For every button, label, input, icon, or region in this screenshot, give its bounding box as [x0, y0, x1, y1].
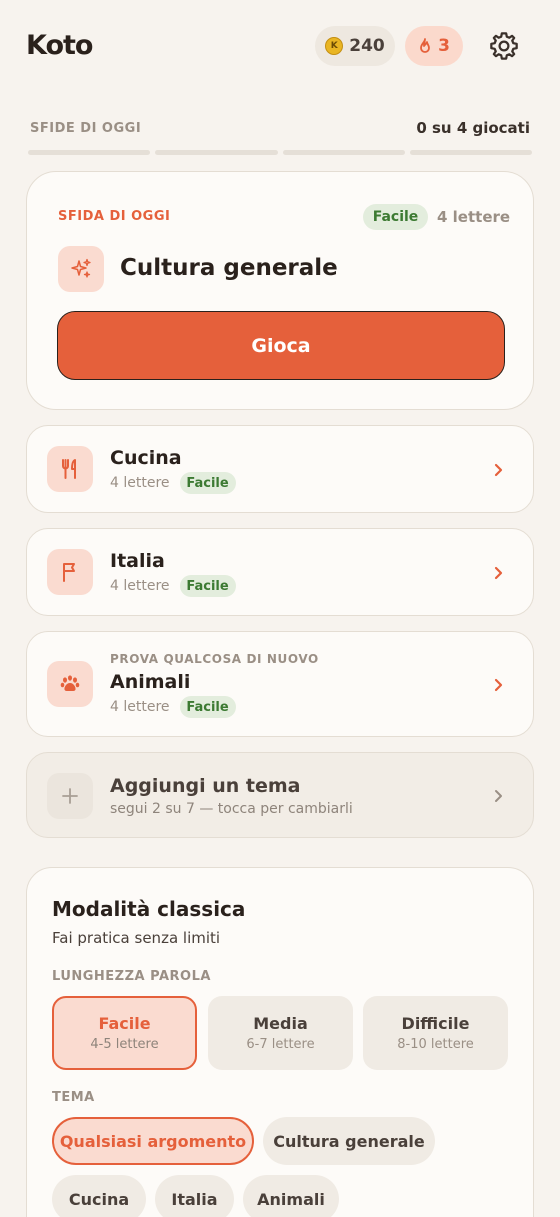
coins-count: 240	[349, 36, 385, 56]
chevron-right-icon	[494, 678, 503, 692]
daily-title: Cultura generale	[120, 255, 338, 281]
theme-chip-italia[interactable]: Italia	[155, 1175, 234, 1217]
theme-chip-cucina[interactable]: Cucina	[52, 1175, 146, 1217]
challenges-label: SFIDE DI OGGI	[30, 120, 142, 136]
daily-tag: SFIDA DI OGGI	[58, 209, 171, 224]
topic-meta: 4 lettere Facile	[110, 696, 236, 718]
challenges-count: 0 su 4 giocati	[416, 119, 530, 137]
flame-icon	[420, 38, 430, 53]
length-option-label: Facile	[98, 1014, 151, 1033]
challenges-progress	[28, 150, 532, 155]
add-topic-row[interactable]: Aggiungi un tema segui 2 su 7 — tocca pe…	[26, 752, 534, 838]
sparkle-icon	[58, 246, 104, 292]
coins-pill[interactable]: K 240	[315, 26, 395, 66]
word-length: 4 lettere	[437, 208, 511, 226]
topic-row-italia[interactable]: Italia 4 lettere Facile	[26, 528, 534, 616]
difficulty-badge: Facile	[179, 696, 236, 718]
coin-icon: K	[325, 37, 344, 55]
try-new-kicker: PROVA QUALCOSA DI NUOVO	[110, 652, 319, 666]
difficulty-badge: Facile	[179, 472, 236, 494]
progress-segment	[28, 150, 151, 155]
topic-name: Italia	[110, 550, 165, 572]
gear-icon[interactable]	[488, 30, 520, 62]
length-option-difficile[interactable]: Difficile 8-10 lettere	[363, 996, 508, 1070]
streak-count: 3	[438, 36, 450, 56]
daily-challenge-card: SFIDA DI OGGI Facile 4 lettere Cultura g…	[26, 171, 534, 410]
word-length-label: LUNGHEZZA PAROLA	[52, 969, 211, 984]
length-option-label: Media	[253, 1014, 308, 1033]
challenges-header: SFIDE DI OGGI 0 su 4 giocati	[30, 119, 530, 137]
header: Koto K 240 3	[0, 0, 560, 92]
chevron-right-icon	[494, 463, 503, 477]
theme-chip-animali[interactable]: Animali	[243, 1175, 339, 1217]
progress-segment	[155, 150, 278, 155]
length-option-label: Difficile	[401, 1014, 470, 1033]
word-length: 4 lettere	[110, 699, 170, 715]
classic-subtitle: Fai pratica senza limiti	[52, 929, 221, 947]
word-length: 4 lettere	[110, 475, 170, 491]
topic-meta: 4 lettere Facile	[110, 575, 236, 597]
difficulty-badge: Facile	[363, 204, 428, 230]
topic-meta: 4 lettere Facile	[110, 472, 236, 494]
length-option-desc: 4-5 lettere	[90, 1037, 159, 1052]
plus-icon	[47, 773, 93, 819]
paw-icon	[47, 661, 93, 707]
theme-label: TEMA	[52, 1090, 95, 1105]
add-topic-subtitle: segui 2 su 7 — tocca per cambiarli	[110, 801, 353, 817]
length-option-desc: 6-7 lettere	[246, 1037, 315, 1052]
length-option-facile[interactable]: Facile 4-5 lettere	[52, 996, 197, 1070]
classic-mode-card: Modalità classica Fai pratica senza limi…	[26, 867, 534, 1217]
topic-row-animali[interactable]: PROVA QUALCOSA DI NUOVO Animali 4 letter…	[26, 631, 534, 737]
length-option-media[interactable]: Media 6-7 lettere	[208, 996, 353, 1070]
classic-title: Modalità classica	[52, 897, 246, 921]
progress-segment	[282, 150, 405, 155]
topic-name: Cucina	[110, 447, 182, 469]
streak-pill[interactable]: 3	[405, 26, 463, 66]
play-button[interactable]: Gioca	[57, 311, 505, 380]
add-topic-title: Aggiungi un tema	[110, 775, 301, 797]
word-length: 4 lettere	[110, 578, 170, 594]
length-option-desc: 8-10 lettere	[397, 1037, 474, 1052]
theme-chip-cultura[interactable]: Cultura generale	[263, 1117, 435, 1165]
app-logo: Koto	[26, 30, 93, 61]
progress-segment	[409, 150, 532, 155]
topic-name: Animali	[110, 671, 191, 693]
chevron-right-icon	[494, 566, 503, 580]
fork-knife-icon	[47, 446, 93, 492]
theme-chip-qualsiasi[interactable]: Qualsiasi argomento	[52, 1117, 254, 1165]
chevron-right-icon	[495, 790, 502, 802]
topic-row-cucina[interactable]: Cucina 4 lettere Facile	[26, 425, 534, 513]
flag-icon	[47, 549, 93, 595]
difficulty-badge: Facile	[179, 575, 236, 597]
